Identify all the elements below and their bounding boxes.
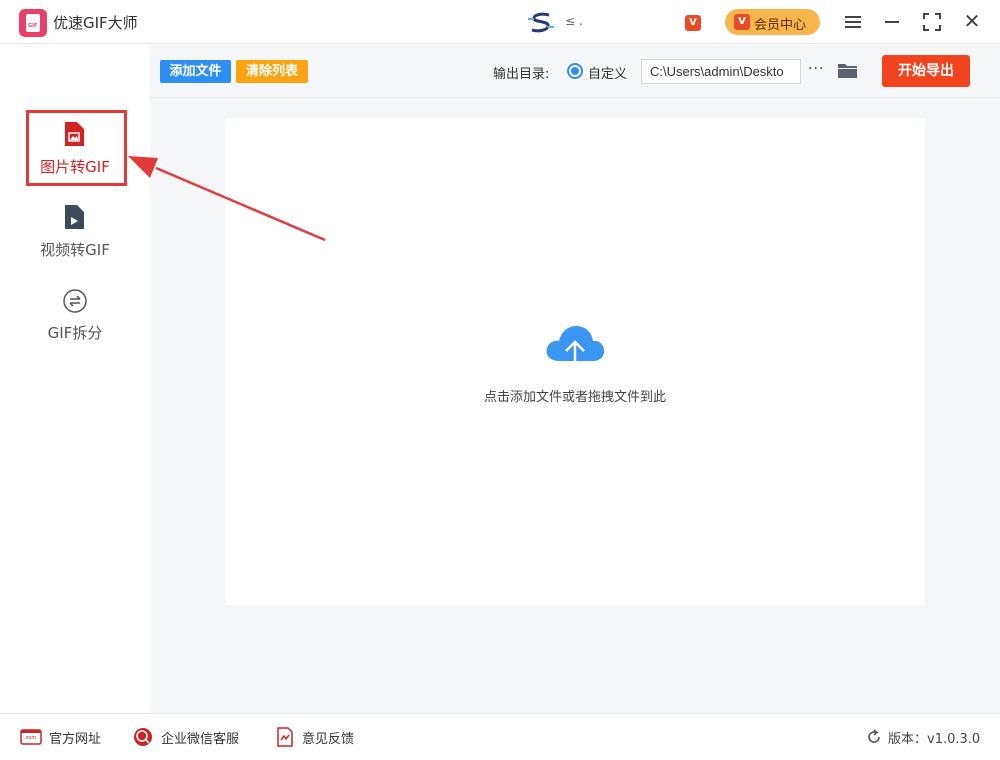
menu-button[interactable]: [841, 10, 865, 34]
output-path-field[interactable]: C:\Users\admin\Deskto: [641, 59, 801, 84]
annotation-arrow: [128, 156, 326, 242]
user-logo-icon: [528, 12, 554, 33]
wechat-icon: [134, 728, 152, 746]
more-button[interactable]: ···: [808, 60, 826, 82]
website-label[interactable]: 官方网址: [49, 728, 101, 747]
vip-center-button[interactable]: V 会员中心: [725, 9, 820, 35]
app-logo-text: GIF: [28, 23, 38, 29]
custom-radio[interactable]: [567, 63, 583, 79]
maximize-button[interactable]: [920, 10, 944, 34]
app-title: 优速GIF大师: [53, 14, 138, 32]
vip-badge-icon: V: [734, 14, 750, 30]
app-logo: GIF: [19, 9, 47, 37]
folder-icon[interactable]: [837, 62, 858, 79]
wechat-support-label[interactable]: 企业微信客服: [161, 728, 239, 747]
close-button[interactable]: ✕: [960, 10, 984, 34]
highlight-box: [26, 110, 127, 186]
add-files-button[interactable]: 添加文件: [160, 60, 231, 83]
drop-zone-hint: 点击添加文件或者拖拽文件到此: [483, 390, 666, 405]
minimize-button[interactable]: [880, 10, 904, 34]
output-dir-label: 输出目录:: [493, 67, 550, 82]
vip-icon[interactable]: V: [685, 15, 701, 31]
user-name: ≤ .: [565, 14, 583, 28]
custom-radio-label[interactable]: 自定义: [588, 63, 627, 82]
start-export-button[interactable]: 开始导出: [882, 55, 970, 87]
split-icon: [63, 289, 87, 313]
website-icon-text: .com: [24, 735, 37, 741]
sidebar-item-gif-split[interactable]: GIF拆分: [0, 286, 150, 358]
vip-center-label: 会员中心: [754, 18, 807, 33]
clear-list-button[interactable]: 清除列表: [236, 60, 308, 83]
version-label: 版本：v1.0.3.0: [888, 732, 981, 747]
sidebar-item-label: GIF拆分: [47, 324, 103, 342]
feedback-icon: [277, 727, 293, 747]
feedback-label[interactable]: 意见反馈: [302, 728, 354, 747]
video-file-icon: [65, 205, 84, 229]
cloud-upload-icon[interactable]: [545, 325, 605, 377]
refresh-icon[interactable]: [866, 729, 882, 745]
